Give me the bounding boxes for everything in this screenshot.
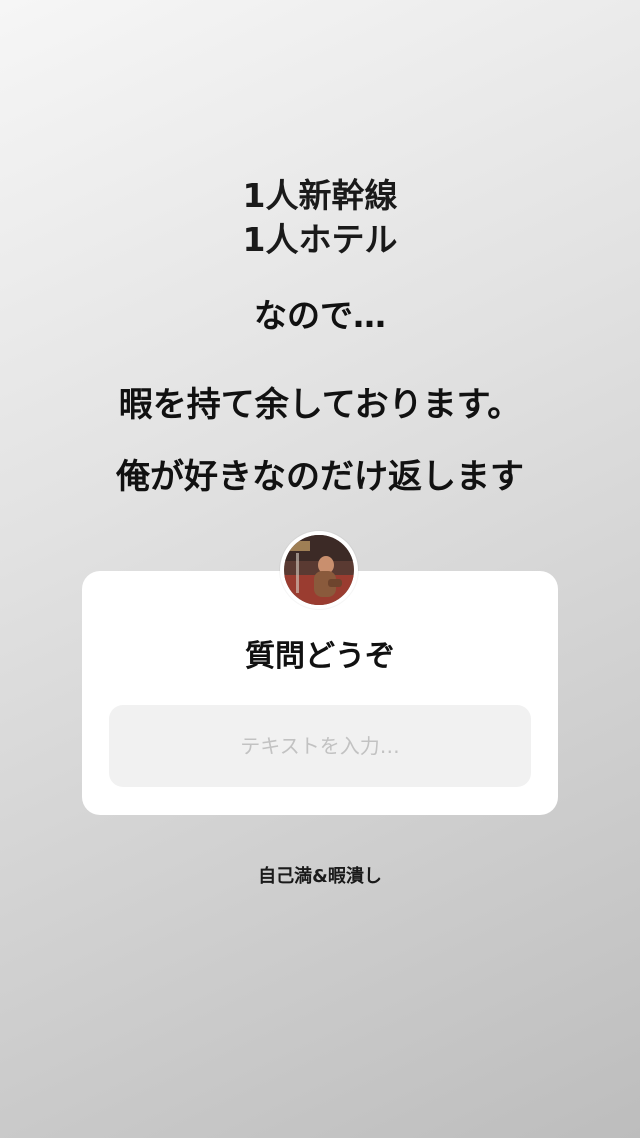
avatar: [280, 531, 358, 609]
profile-photo-icon: [284, 535, 354, 605]
story-text-line-4: 暇を持て余しております。: [118, 385, 522, 425]
story-text-line-3: なので…: [254, 296, 386, 335]
story-screen: 1人新幹線 1人ホテル なので… 暇を持て余しております。 俺が好きなのだけ返し…: [0, 0, 640, 1138]
question-title: 質問どうぞ: [245, 639, 395, 674]
story-text-line-5: 俺が好きなのだけ返します: [116, 457, 524, 497]
story-text-line-2: 1人ホテル: [242, 220, 398, 259]
answer-input[interactable]: [109, 705, 531, 787]
story-text-line-1: 1人新幹線: [242, 176, 398, 215]
story-caption: 自己満&暇潰し: [258, 866, 382, 887]
